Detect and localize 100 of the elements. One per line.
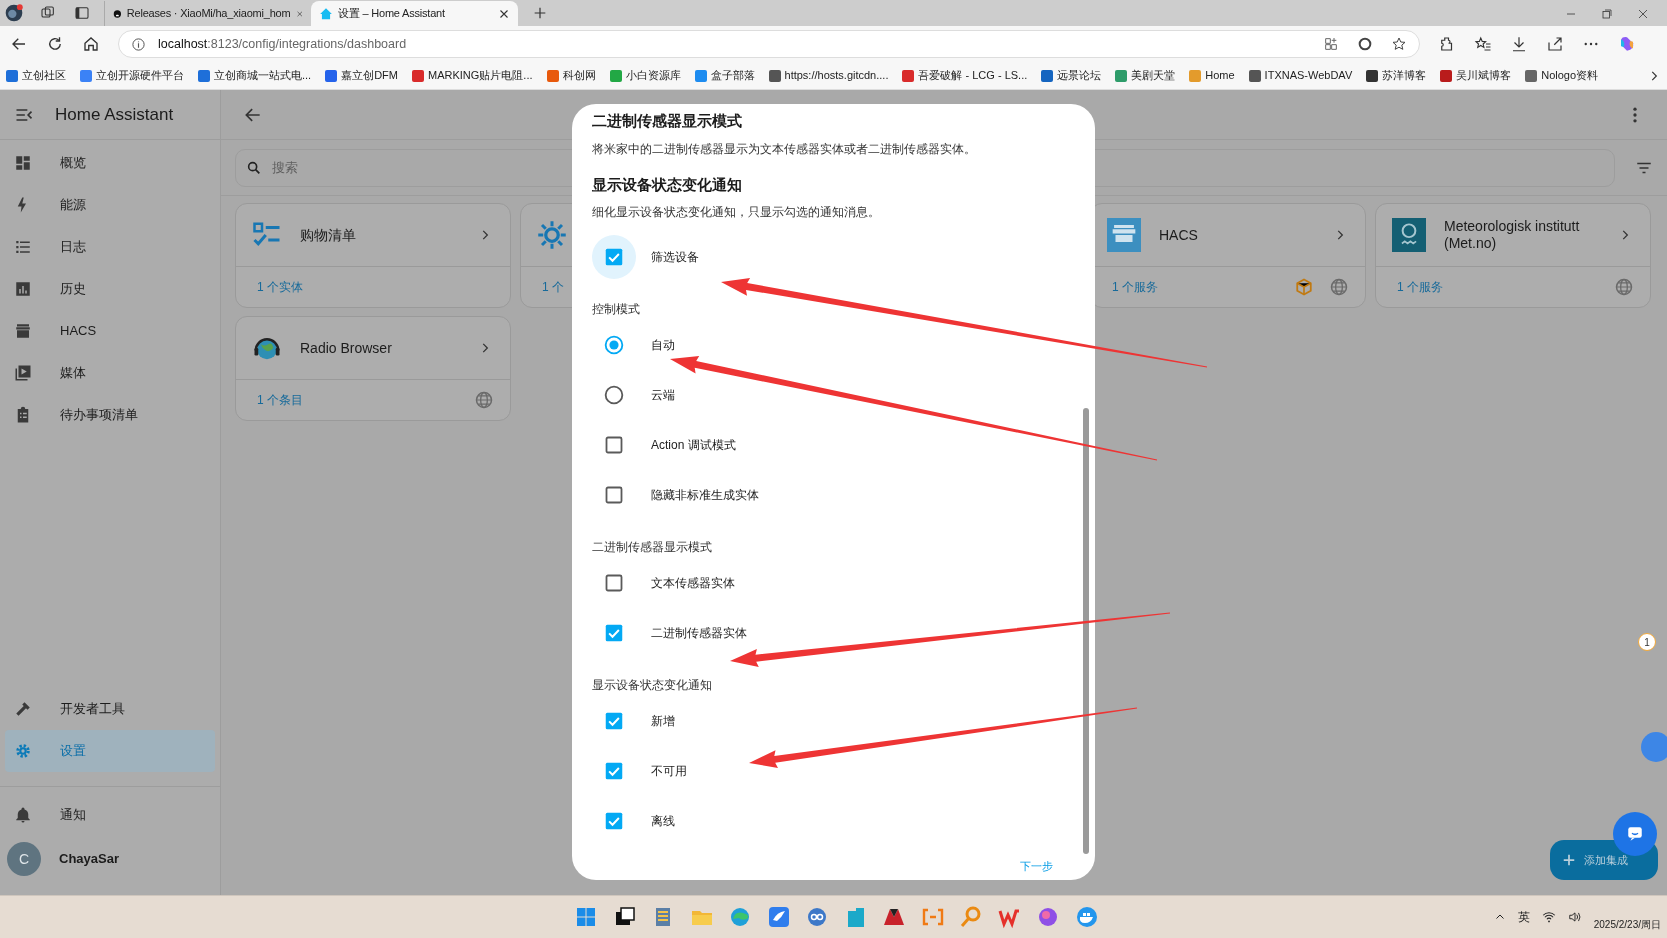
description-text: 细化显示设备状态变化通知，只显示勾选的通知消息。 <box>592 205 881 221</box>
store-icon <box>1107 218 1141 252</box>
download-icon[interactable] <box>1510 35 1528 53</box>
sun-icon <box>537 220 567 250</box>
checkbox[interactable] <box>605 761 623 780</box>
close-icon[interactable] <box>498 7 510 20</box>
option-label: 云端 <box>651 386 675 404</box>
description-text: 将米家中的二进制传感器显示为文本传感器实体或者二进制传感器实体。 <box>592 141 977 157</box>
sidebar-item[interactable]: 日志 <box>5 226 215 268</box>
close-icon[interactable] <box>1637 8 1649 20</box>
user-avatar: C <box>7 842 41 876</box>
option-label: 不可用 <box>651 762 687 780</box>
bookmark[interactable]: 苏洋博客 <box>1366 67 1427 84</box>
bookmark[interactable]: MARKING贴片电阻... <box>412 67 533 84</box>
group-label: 控制模式 <box>592 300 640 318</box>
bookmark[interactable]: 科创网 <box>546 67 596 84</box>
checkbox[interactable] <box>605 623 623 642</box>
profile-icon[interactable] <box>4 3 24 23</box>
option-label: 离线 <box>651 812 675 830</box>
integration-card[interactable]: Meteorologisk institutt (Met.no) 1 个服务 <box>1375 203 1651 308</box>
input-method[interactable]: 英 <box>1517 908 1530 926</box>
plus-icon <box>1562 853 1576 867</box>
globe-icon <box>474 390 494 410</box>
chat-icon <box>1626 825 1644 843</box>
sidebar-item[interactable]: 历史 <box>5 268 215 310</box>
checkbox[interactable] <box>605 247 623 266</box>
scrollbar[interactable] <box>1083 408 1089 854</box>
sidebar-item[interactable]: 开发者工具 <box>5 688 215 730</box>
bookmark[interactable]: ITXNAS-WebDAV <box>1248 67 1353 84</box>
date-text[interactable]: 2025/2/23/周日 <box>1593 916 1661 932</box>
chat-button[interactable] <box>1613 812 1657 856</box>
bookmark[interactable]: 小白资源库 <box>609 67 681 84</box>
apps-icon[interactable] <box>1323 36 1339 52</box>
globe-icon <box>1614 277 1634 297</box>
store-icon <box>14 322 32 340</box>
notification-badge: 1 <box>1638 633 1656 651</box>
sidebar-item[interactable]: 通知 <box>5 793 215 837</box>
option-label: 文本传感器实体 <box>651 574 735 592</box>
radio-button[interactable] <box>604 334 624 355</box>
whale-icon[interactable] <box>1074 905 1099 929</box>
browser-tab[interactable]: 设置 – Home Assistant <box>311 1 518 26</box>
new-tab-icon[interactable] <box>532 5 548 21</box>
search-icon <box>246 159 262 176</box>
card-title: HACS <box>1159 226 1199 244</box>
card-title: 购物清单 <box>300 226 357 244</box>
bookmark[interactable]: 远景论坛 <box>1041 67 1102 84</box>
section-heading: 显示设备状态变化通知 <box>592 174 743 195</box>
checkbox[interactable] <box>605 485 623 504</box>
bookmark[interactable]: Home <box>1189 67 1235 84</box>
tab-actions-icon[interactable] <box>74 5 90 21</box>
favorites-icon[interactable] <box>1474 35 1492 53</box>
bookmark[interactable]: 嘉立创DFM <box>325 67 398 84</box>
checkbox[interactable] <box>605 573 623 592</box>
checkbox[interactable] <box>605 811 623 830</box>
home-icon[interactable] <box>82 35 100 53</box>
checkbox[interactable] <box>605 711 623 730</box>
bookmark[interactable]: https://hosts.gitcdn.... <box>768 67 889 84</box>
collections-icon[interactable] <box>40 5 56 21</box>
integration-card[interactable]: Radio Browser 1 个条目 <box>235 316 511 421</box>
bookmark[interactable]: 立创商城一站式电... <box>198 67 312 84</box>
option-label: 自动 <box>651 336 675 354</box>
sidebar-item[interactable]: HACS <box>5 310 215 352</box>
sidebar-item[interactable]: 待办事项清单 <box>5 394 215 436</box>
bookmark[interactable]: Nologo资料 <box>1525 67 1599 84</box>
bar-chart-icon <box>14 280 32 298</box>
integration-card[interactable]: 购物清单 1 个实体 <box>235 203 511 308</box>
list-icon <box>14 238 32 256</box>
user-item[interactable]: C ChayaSar <box>5 837 215 881</box>
favorite-icon[interactable] <box>1391 36 1407 52</box>
bookmark[interactable]: 立创开源硬件平台 <box>80 67 184 84</box>
section-heading: 二进制传感器显示模式 <box>592 111 743 131</box>
play-box-icon <box>14 364 32 382</box>
bookmark[interactable]: 吾爱破解 - LCG - LS... <box>902 67 1028 84</box>
option-label: Action 调试模式 <box>651 436 736 454</box>
sidebar-item[interactable]: 概览 <box>5 142 215 184</box>
bookmark[interactable]: 立创社区 <box>6 67 66 84</box>
refresh-icon[interactable] <box>46 35 64 53</box>
option-label: 新增 <box>651 712 675 730</box>
option-label: 隐藏非标准生成实体 <box>651 486 759 504</box>
option-label: 二进制传感器实体 <box>651 624 747 642</box>
radio-button[interactable] <box>604 384 624 405</box>
restore-icon[interactable] <box>1601 8 1613 20</box>
cube-icon <box>1295 278 1313 296</box>
app-title: Home Assistant <box>55 103 174 126</box>
bookmark[interactable]: 美剧天堂 <box>1115 67 1176 84</box>
bird-icon[interactable] <box>766 905 791 929</box>
share-icon[interactable] <box>1546 35 1564 53</box>
sidebar-item[interactable]: 能源 <box>5 184 215 226</box>
checkbox[interactable] <box>605 435 623 454</box>
address-field[interactable]: localhost:8123/config/integrations/dashboard <box>118 30 1420 58</box>
info-icon[interactable] <box>131 36 146 52</box>
bookmark[interactable]: 盒子部落 <box>694 67 755 84</box>
hammer-icon <box>14 700 32 718</box>
bookmark[interactable]: 吴川斌博客 <box>1440 67 1512 84</box>
speaker-icon[interactable] <box>1567 910 1582 924</box>
option-label: 筛选设备 <box>651 248 699 266</box>
sidebar-item[interactable]: 媒体 <box>5 352 215 394</box>
settings-icon <box>14 742 32 760</box>
wifi-icon[interactable] <box>1541 910 1556 924</box>
bell-icon <box>14 806 32 824</box>
